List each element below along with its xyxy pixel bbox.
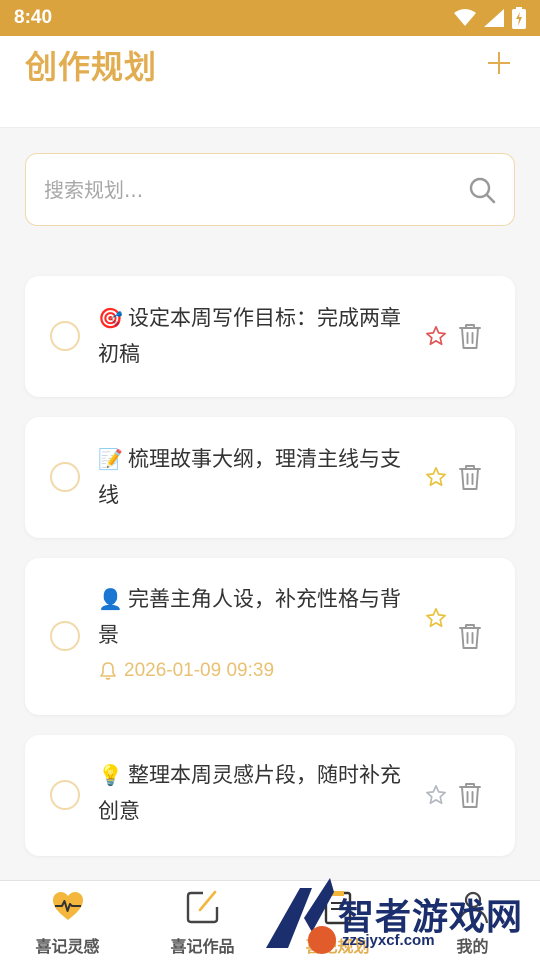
- memo-emoji-icon: 📝: [98, 447, 123, 471]
- bell-icon: [100, 662, 116, 680]
- plan-text: 🎯 设定本周写作目标：完成两章初稿: [98, 300, 408, 372]
- watermark-url: zzsjyxcf.com: [342, 932, 435, 949]
- wifi-icon: [454, 9, 476, 26]
- battery-icon: [512, 7, 526, 29]
- trash-icon[interactable]: [457, 622, 483, 650]
- watermark: 智者游戏网 zzsjyxcf.com: [260, 868, 540, 960]
- plan-title: 完善主角人设，补充性格与背景: [98, 587, 401, 647]
- plan-text: 📝 梳理故事大纲，理清主线与支线: [98, 441, 408, 513]
- heart-pulse-icon: [52, 892, 83, 920]
- reminder: 2026-01-09 09:39: [98, 660, 274, 682]
- tab-label: 喜记灵感: [35, 937, 100, 956]
- complete-checkbox[interactable]: [50, 462, 80, 492]
- plan-title: 整理本周灵感片段，随时补充创意: [98, 763, 401, 823]
- complete-checkbox[interactable]: [50, 321, 80, 351]
- tab-works[interactable]: 喜记作品: [135, 881, 270, 960]
- plan-card[interactable]: 🎯 设定本周写作目标：完成两章初稿: [25, 276, 515, 397]
- page-title: 创作规划: [25, 48, 158, 86]
- star-icon[interactable]: [425, 784, 447, 806]
- plan-text: 💡 整理本周灵感片段，随时补充创意: [98, 757, 408, 829]
- plan-card[interactable]: 👤 完善主角人设，补充性格与背景 2026-01-09 09:39: [25, 558, 515, 715]
- watermark-logo-icon: [266, 878, 336, 954]
- trash-icon[interactable]: [457, 463, 483, 491]
- signal-icon: [484, 9, 504, 27]
- plan-card[interactable]: 📝 梳理故事大纲，理清主线与支线: [25, 417, 515, 538]
- trash-icon[interactable]: [457, 781, 483, 809]
- star-icon[interactable]: [425, 325, 447, 347]
- star-icon[interactable]: [425, 466, 447, 488]
- search-input[interactable]: [44, 177, 468, 202]
- complete-checkbox[interactable]: [50, 621, 80, 651]
- plan-title: 梳理故事大纲，理清主线与支线: [98, 447, 401, 507]
- tab-label: 喜记作品: [170, 937, 235, 956]
- tab-inspiration[interactable]: 喜记灵感: [0, 881, 135, 960]
- reminder-time: 2026-01-09 09:39: [124, 660, 275, 681]
- target-emoji-icon: 🎯: [98, 306, 123, 330]
- plan-text: 👤 完善主角人设，补充性格与背景: [98, 581, 408, 653]
- star-icon[interactable]: [425, 607, 447, 629]
- person-emoji-icon: 👤: [98, 587, 123, 611]
- plan-title: 设定本周写作目标：完成两章初稿: [98, 306, 401, 366]
- plan-card[interactable]: 💡 整理本周灵感片段，随时补充创意: [25, 735, 515, 856]
- bulb-emoji-icon: 💡: [98, 763, 123, 787]
- add-plan-button[interactable]: [486, 50, 512, 76]
- search-box[interactable]: [25, 153, 515, 226]
- complete-checkbox[interactable]: [50, 780, 80, 810]
- status-bar: 8:40: [0, 0, 540, 36]
- status-icons: [454, 7, 526, 29]
- status-time: 8:40: [14, 7, 53, 28]
- edit-square-icon: [186, 890, 218, 924]
- search-icon[interactable]: [468, 176, 496, 204]
- trash-icon[interactable]: [457, 322, 483, 350]
